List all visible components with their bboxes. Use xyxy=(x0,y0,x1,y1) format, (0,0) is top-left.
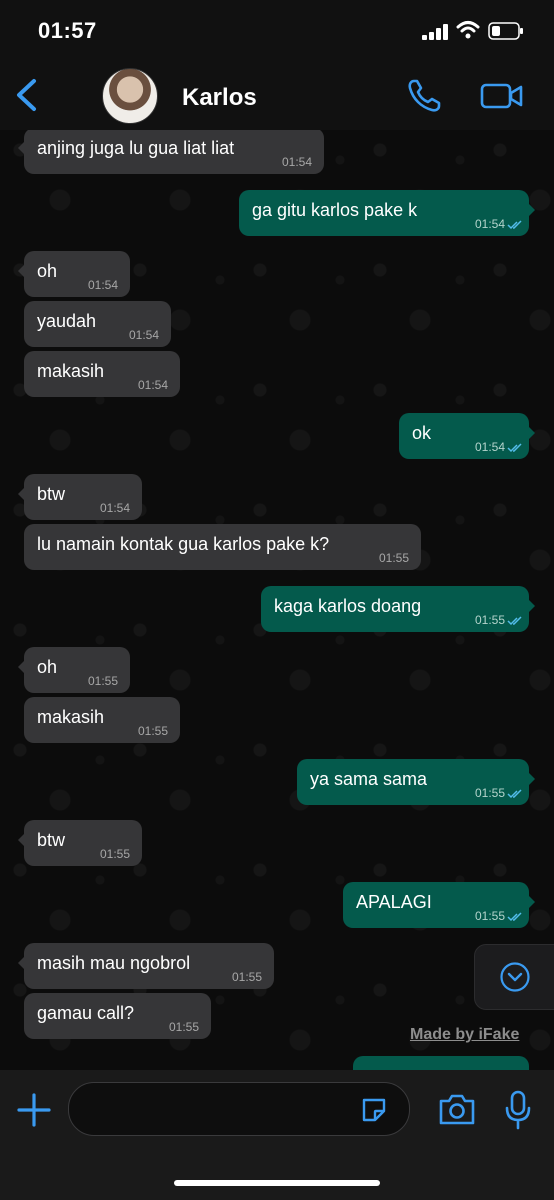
scroll-to-bottom-button[interactable] xyxy=(474,944,554,1010)
message-time: 01:55 xyxy=(137,724,168,738)
message-bubble-incoming[interactable]: makasih 01:55 xyxy=(24,697,180,743)
status-bar: 01:57 xyxy=(0,0,554,60)
message-bubble-incoming[interactable]: oh 01:54 xyxy=(18,251,130,297)
battery-icon xyxy=(488,22,523,40)
message-time: 01:54 xyxy=(99,501,130,515)
bubble-tail xyxy=(527,894,535,910)
message-time: 01:55 xyxy=(87,674,118,688)
message-input-field[interactable] xyxy=(68,1082,410,1136)
message-bubble-incoming[interactable]: oh 01:55 xyxy=(18,647,130,693)
message-text: ok xyxy=(412,423,432,443)
message-time: 01:54 xyxy=(128,328,159,342)
bubble-tail xyxy=(527,202,535,218)
message-time: 01:55 xyxy=(474,613,505,627)
message-bubble-incoming[interactable]: gamau call? 01:55 xyxy=(24,993,211,1039)
bubble-tail xyxy=(18,140,26,156)
message-text: oh xyxy=(37,261,58,281)
bubble-tail xyxy=(18,955,26,971)
message-text: lu namain kontak gua karlos pake k? xyxy=(37,534,330,554)
sticker-icon[interactable] xyxy=(359,1095,389,1125)
message-bubble-incoming[interactable]: btw 01:54 xyxy=(18,474,142,520)
message-bubble-outgoing-partial[interactable] xyxy=(353,1056,529,1070)
message-text: anjing juga lu gua liat liat xyxy=(37,138,235,158)
message-text: kaga karlos doang xyxy=(274,596,422,616)
message-time: 01:54 xyxy=(87,278,118,292)
message-time: 01:55 xyxy=(378,551,409,565)
message-bubble-outgoing[interactable]: ga gitu karlos pake k 01:54 xyxy=(239,190,535,236)
message-bubble-incoming[interactable]: yaudah 01:54 xyxy=(24,301,171,347)
message-text: btw xyxy=(37,484,66,504)
chat-header: Karlos xyxy=(0,60,554,130)
message-text: makasih xyxy=(37,707,105,727)
message-text: makasih xyxy=(37,361,105,381)
message-time: 01:54 xyxy=(137,378,168,392)
read-ticks-icon xyxy=(507,616,522,626)
chevron-down-circle-icon xyxy=(500,962,530,992)
microphone-icon[interactable] xyxy=(504,1090,532,1130)
read-ticks-icon xyxy=(507,443,522,453)
chat-area[interactable]: anjing juga lu gua liat liat 01:54 ga gi… xyxy=(0,130,554,1070)
message-bubble-incoming[interactable]: masih mau ngobrol 01:55 xyxy=(18,943,274,989)
bubble-tail xyxy=(18,486,26,502)
message-time: 01:55 xyxy=(231,970,262,984)
message-time: 01:55 xyxy=(474,786,505,800)
home-indicator xyxy=(174,1180,380,1186)
message-bubble-incoming[interactable]: makasih 01:54 xyxy=(24,351,180,397)
read-ticks-icon xyxy=(507,789,522,799)
message-time: 01:54 xyxy=(474,217,505,231)
message-time: 01:54 xyxy=(474,440,505,454)
bubble-tail xyxy=(527,598,535,614)
read-ticks-icon xyxy=(507,912,522,922)
camera-icon[interactable] xyxy=(438,1092,476,1126)
message-text: masih mau ngobrol xyxy=(37,953,191,973)
message-bubble-outgoing[interactable]: APALAGI 01:55 xyxy=(343,882,535,928)
message-text: ya sama sama xyxy=(310,769,428,789)
message-text: ga gitu karlos pake k xyxy=(252,200,418,220)
message-text: oh xyxy=(37,657,58,677)
message-bubble-incoming[interactable]: lu namain kontak gua karlos pake k? 01:5… xyxy=(24,524,421,570)
phone-call-icon[interactable] xyxy=(406,78,442,114)
bubble-tail xyxy=(527,771,535,787)
message-bubble-incoming[interactable]: btw 01:55 xyxy=(18,820,142,866)
message-time: 01:55 xyxy=(474,909,505,923)
bubble-tail xyxy=(18,832,26,848)
watermark-text: Made by iFake xyxy=(410,1026,520,1043)
message-bubble-outgoing[interactable]: ya sama sama 01:55 xyxy=(297,759,535,805)
message-time: 01:54 xyxy=(281,155,312,169)
contact-avatar[interactable] xyxy=(102,68,158,124)
wifi-icon xyxy=(456,21,480,39)
message-bubble-outgoing[interactable]: kaga karlos doang 01:55 xyxy=(261,586,535,632)
message-time: 01:55 xyxy=(168,1020,199,1034)
message-text: btw xyxy=(37,830,66,850)
message-bubble-incoming[interactable]: anjing juga lu gua liat liat 01:54 xyxy=(18,130,324,174)
bubble-tail xyxy=(18,659,26,675)
plus-icon[interactable] xyxy=(16,1092,52,1128)
message-input-bar xyxy=(0,1070,554,1200)
cellular-signal-icon xyxy=(422,24,448,40)
message-bubble-outgoing[interactable]: ok 01:54 xyxy=(399,413,535,459)
bubble-tail xyxy=(18,263,26,279)
bubble-tail xyxy=(527,425,535,441)
read-ticks-icon xyxy=(507,220,522,230)
message-text: APALAGI xyxy=(356,892,432,912)
contact-name[interactable]: Karlos xyxy=(182,84,257,112)
status-time: 01:57 xyxy=(38,18,97,43)
message-time: 01:55 xyxy=(99,847,130,861)
video-call-icon[interactable] xyxy=(480,80,524,112)
message-text: yaudah xyxy=(37,311,97,331)
back-chevron-icon[interactable] xyxy=(12,78,42,112)
message-text: gamau call? xyxy=(37,1003,135,1023)
